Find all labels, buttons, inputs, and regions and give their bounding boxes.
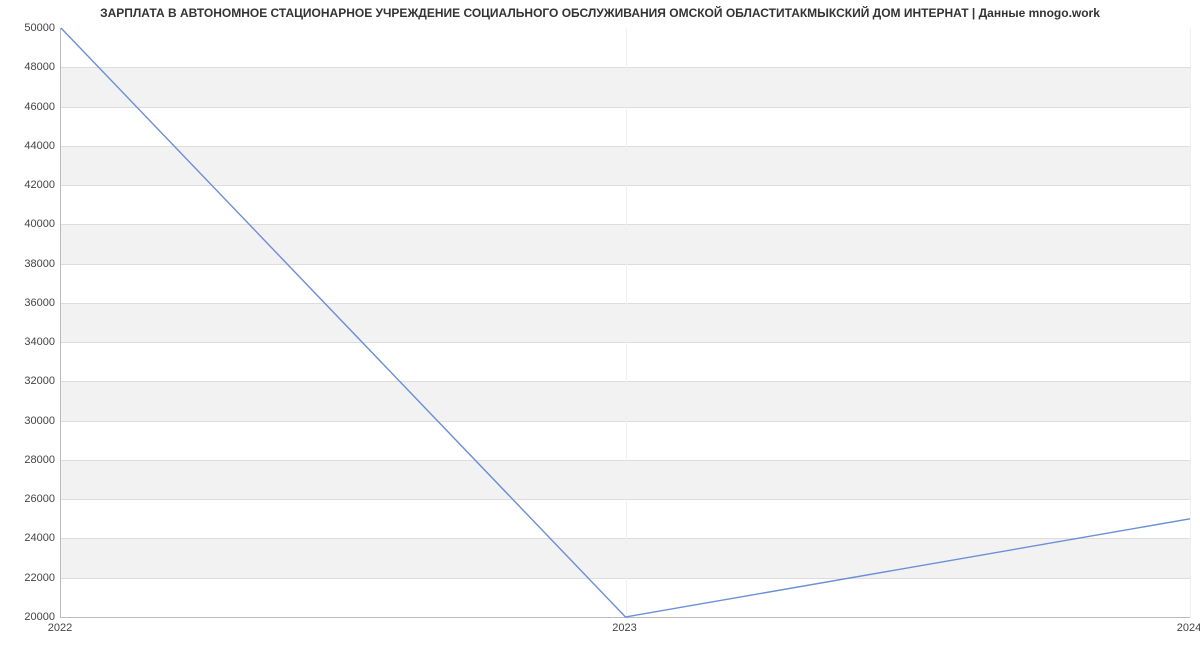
y-tick-label: 22000 (5, 572, 55, 584)
y-tick-label: 38000 (5, 258, 55, 270)
y-tick-label: 36000 (5, 297, 55, 309)
chart-container: ЗАРПЛАТА В АВТОНОМНОЕ СТАЦИОНАРНОЕ УЧРЕЖ… (0, 0, 1200, 650)
y-tick-label: 26000 (5, 493, 55, 505)
y-tick-label: 48000 (5, 61, 55, 73)
y-tick-label: 50000 (5, 22, 55, 34)
plot-area (60, 28, 1190, 618)
y-tick-label: 28000 (5, 454, 55, 466)
x-gridline (1190, 28, 1191, 617)
x-tick-label: 2022 (48, 622, 72, 634)
y-tick-label: 44000 (5, 140, 55, 152)
series-line (61, 28, 1190, 617)
x-tick-label: 2024 (1177, 622, 1200, 634)
y-tick-label: 40000 (5, 218, 55, 230)
y-tick-label: 30000 (5, 415, 55, 427)
y-tick-label: 42000 (5, 179, 55, 191)
y-tick-label: 46000 (5, 101, 55, 113)
y-tick-label: 32000 (5, 375, 55, 387)
x-tick-label: 2023 (612, 622, 636, 634)
y-tick-label: 34000 (5, 336, 55, 348)
y-tick-label: 24000 (5, 532, 55, 544)
chart-title: ЗАРПЛАТА В АВТОНОМНОЕ СТАЦИОНАРНОЕ УЧРЕЖ… (0, 6, 1200, 20)
line-layer (61, 28, 1190, 617)
